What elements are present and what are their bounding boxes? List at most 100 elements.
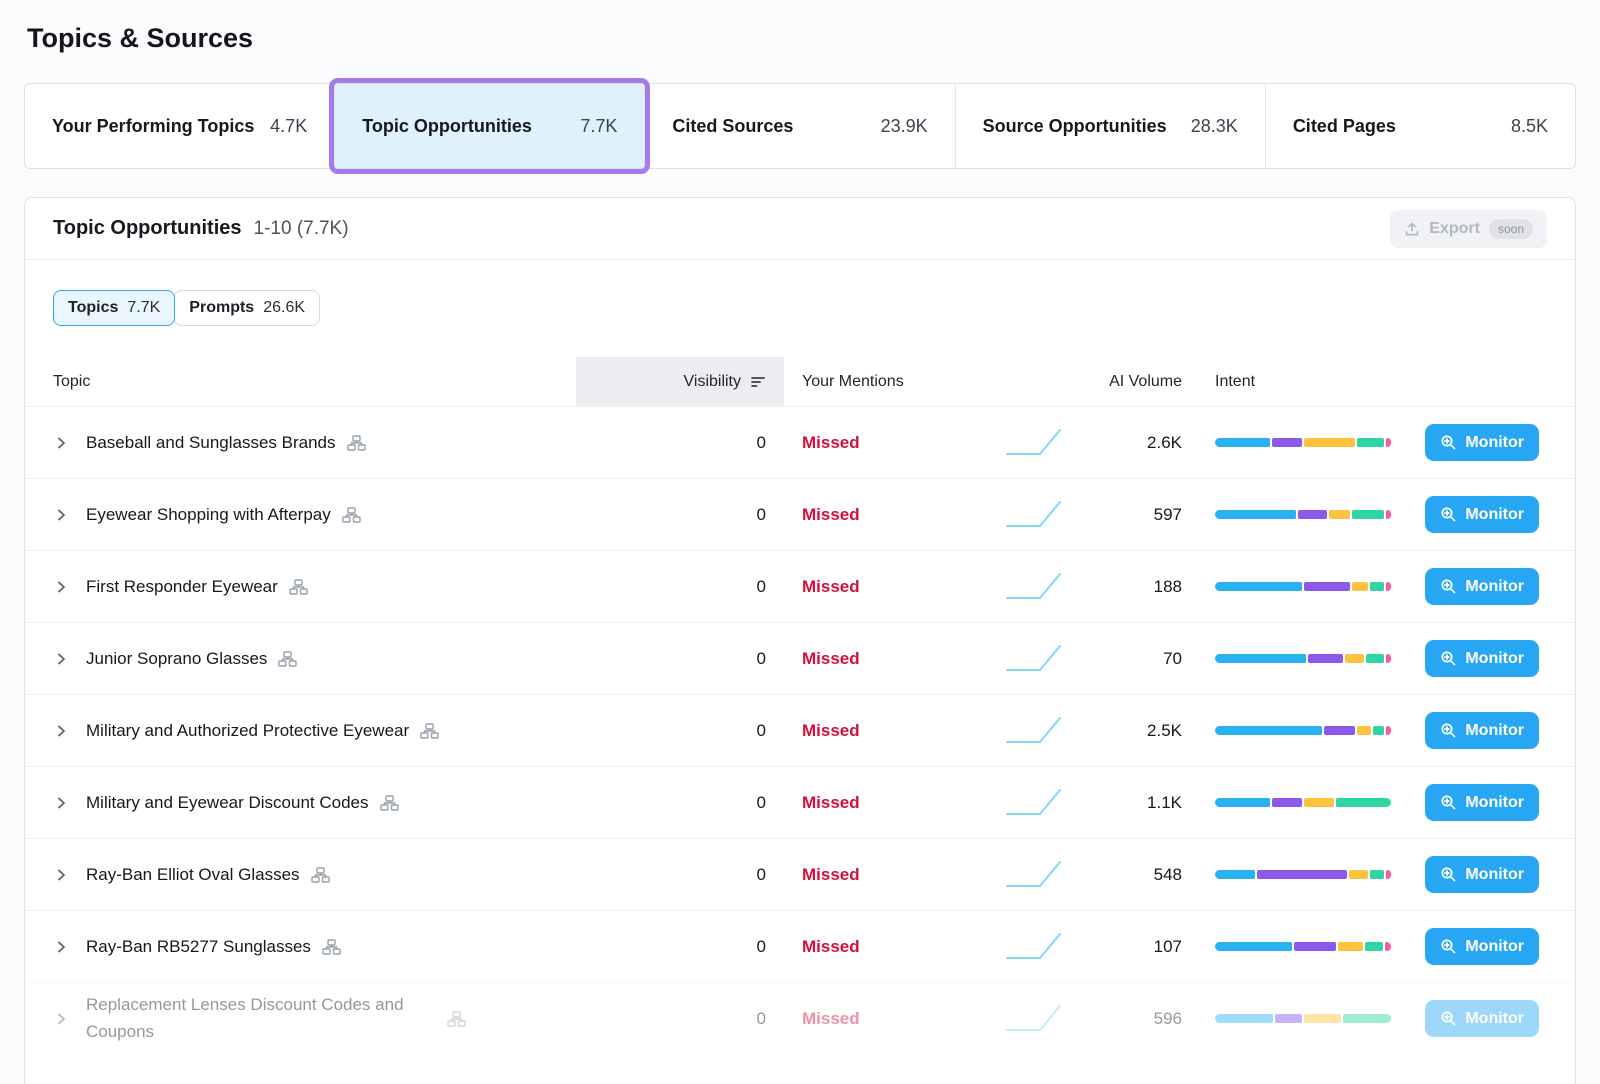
topic-name[interactable]: Eyewear Shopping with Afterpay	[86, 505, 331, 525]
monitor-magnifier-icon	[1440, 578, 1457, 595]
column-header-intent: Intent	[1182, 373, 1391, 391]
toggle-count: 7.7K	[127, 299, 160, 317]
monitor-button[interactable]: Monitor	[1425, 496, 1539, 533]
visibility-value: 0	[576, 433, 784, 453]
intent-segment-purple	[1308, 654, 1343, 663]
tab-label: Source Opportunities	[983, 113, 1167, 139]
tab-topic-opportunities[interactable]: Topic Opportunities 7.7K	[334, 84, 644, 168]
table-header: Topic Visibility Your Mentions AI Volume…	[25, 357, 1575, 406]
table-row: Military and Authorized Protective Eyewe…	[25, 694, 1575, 766]
trend-sparkline	[984, 639, 1064, 679]
topics-and-sources-page: Topics & Sources Your Performing Topics …	[0, 0, 1600, 1084]
monitor-button[interactable]: Monitor	[1425, 1000, 1539, 1037]
tab-cited-sources[interactable]: Cited Sources 23.9K	[644, 84, 954, 168]
expand-chevron-icon[interactable]	[53, 939, 69, 955]
topic-name[interactable]: Ray-Ban Elliot Oval Glasses	[86, 865, 300, 885]
topic-cluster-icon	[380, 795, 399, 811]
monitor-button[interactable]: Monitor	[1425, 712, 1539, 749]
ai-volume-value: 597	[1064, 505, 1182, 525]
monitor-magnifier-icon	[1440, 722, 1457, 739]
page-title: Topics & Sources	[24, 0, 1576, 54]
topic-name[interactable]: Ray-Ban RB5277 Sunglasses	[86, 937, 311, 957]
monitor-label: Monitor	[1465, 722, 1524, 740]
column-header-visibility-label: Visibility	[684, 373, 742, 391]
column-header-visibility[interactable]: Visibility	[576, 357, 784, 406]
monitor-magnifier-icon	[1440, 434, 1457, 451]
intent-bar	[1215, 654, 1391, 663]
topic-name[interactable]: First Responder Eyewear	[86, 577, 278, 597]
column-header-ai-volume: AI Volume	[1064, 373, 1182, 391]
topic-cluster-icon	[311, 867, 330, 883]
sort-icon[interactable]	[750, 375, 766, 389]
monitor-button[interactable]: Monitor	[1425, 424, 1539, 461]
intent-bar	[1215, 942, 1391, 951]
tab-label: Cited Sources	[672, 113, 793, 139]
intent-bar	[1215, 726, 1391, 735]
monitor-magnifier-icon	[1440, 794, 1457, 811]
monitor-magnifier-icon	[1440, 1010, 1457, 1027]
expand-chevron-icon[interactable]	[53, 507, 69, 523]
tab-source-opportunities[interactable]: Source Opportunities 28.3K	[955, 84, 1265, 168]
export-button[interactable]: Export soon	[1390, 210, 1547, 248]
trend-sparkline	[984, 567, 1064, 607]
topic-name[interactable]: Junior Soprano Glasses	[86, 649, 267, 669]
intent-segment-yellow	[1304, 798, 1334, 807]
visibility-value: 0	[576, 505, 784, 525]
expand-chevron-icon[interactable]	[53, 435, 69, 451]
monitor-label: Monitor	[1465, 506, 1524, 524]
monitor-label: Monitor	[1465, 650, 1524, 668]
tab-count: 28.3K	[1191, 116, 1238, 137]
topic-name[interactable]: Military and Eyewear Discount Codes	[86, 793, 369, 813]
intent-bar	[1215, 870, 1391, 879]
visibility-value: 0	[576, 865, 784, 885]
trend-sparkline	[984, 927, 1064, 967]
monitor-button[interactable]: Monitor	[1425, 928, 1539, 965]
ai-volume-value: 2.5K	[1064, 721, 1182, 741]
intent-segment-yellow	[1352, 582, 1368, 591]
expand-chevron-icon[interactable]	[53, 867, 69, 883]
ai-volume-value: 70	[1064, 649, 1182, 669]
mentions-status: Missed	[784, 721, 984, 741]
topic-cluster-icon	[447, 1011, 466, 1027]
topic-cluster-icon	[420, 723, 439, 739]
toggle-prompts[interactable]: Prompts 26.6K	[174, 290, 320, 326]
tab-count: 7.7K	[580, 116, 617, 137]
monitor-button[interactable]: Monitor	[1425, 856, 1539, 893]
topic-name[interactable]: Military and Authorized Protective Eyewe…	[86, 721, 409, 741]
intent-segment-blue	[1215, 870, 1255, 879]
expand-chevron-icon[interactable]	[53, 723, 69, 739]
topic-rows: Baseball and Sunglasses Brands 0 Missed …	[25, 406, 1575, 1054]
mentions-status: Missed	[784, 577, 984, 597]
trend-sparkline	[984, 855, 1064, 895]
topic-name[interactable]: Replacement Lenses Discount Codes and Co…	[86, 992, 436, 1045]
table-row: Junior Soprano Glasses 0 Missed 70 Monit…	[25, 622, 1575, 694]
toggle-label: Topics	[68, 299, 118, 317]
tab-your-performing-topics[interactable]: Your Performing Topics 4.7K	[25, 84, 334, 168]
expand-chevron-icon[interactable]	[53, 579, 69, 595]
topic-name[interactable]: Baseball and Sunglasses Brands	[86, 433, 336, 453]
toggle-topics[interactable]: Topics 7.7K	[53, 290, 175, 326]
export-upload-icon	[1404, 221, 1420, 237]
topic-cluster-icon	[347, 435, 366, 451]
tab-count: 23.9K	[881, 116, 928, 137]
table-row: Replacement Lenses Discount Codes and Co…	[25, 982, 1575, 1054]
mentions-status: Missed	[784, 865, 984, 885]
panel-result-range: 1-10 (7.7K)	[254, 218, 349, 240]
monitor-button[interactable]: Monitor	[1425, 640, 1539, 677]
trend-sparkline	[984, 783, 1064, 823]
intent-segment-yellow	[1345, 654, 1364, 663]
table-row: Eyewear Shopping with Afterpay 0 Missed …	[25, 478, 1575, 550]
intent-segment-green	[1336, 798, 1391, 807]
intent-segment-green	[1343, 1014, 1391, 1023]
soon-badge: soon	[1489, 219, 1533, 239]
intent-segment-blue	[1215, 654, 1306, 663]
expand-chevron-icon[interactable]	[53, 651, 69, 667]
tab-bar: Your Performing Topics 4.7K Topic Opport…	[24, 83, 1576, 169]
visibility-value: 0	[576, 721, 784, 741]
expand-chevron-icon[interactable]	[53, 795, 69, 811]
monitor-button[interactable]: Monitor	[1425, 568, 1539, 605]
panel-header: Topic Opportunities 1-10 (7.7K) Export s…	[25, 198, 1575, 260]
monitor-button[interactable]: Monitor	[1425, 784, 1539, 821]
expand-chevron-icon[interactable]	[53, 1011, 69, 1027]
tab-cited-pages[interactable]: Cited Pages 8.5K	[1265, 84, 1575, 168]
